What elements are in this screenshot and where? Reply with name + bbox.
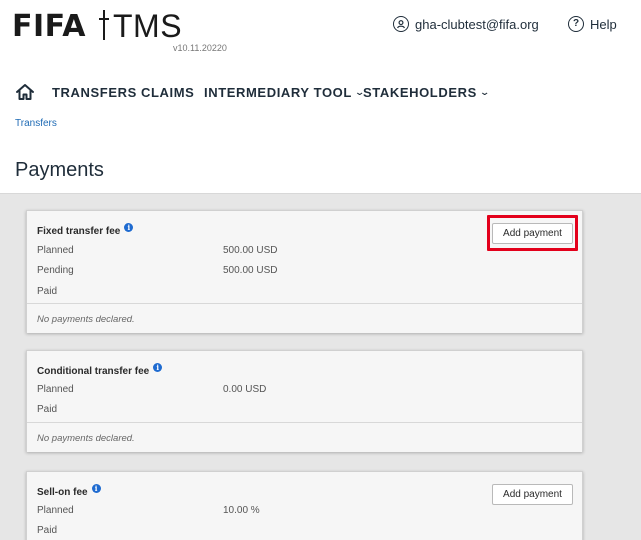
card-title-text: Conditional transfer fee <box>37 366 150 377</box>
no-payments-text: No payments declared. <box>37 314 135 325</box>
card-footer: No payments declared. <box>27 303 582 333</box>
help-icon: ? <box>568 16 584 32</box>
nav-claims[interactable]: CLAIMS <box>141 85 194 100</box>
row-label-planned: Planned <box>37 245 74 256</box>
conditional-transfer-fee-card: Conditional transfer fee i Planned 0.00 … <box>26 350 583 452</box>
nav-claims-label: CLAIMS <box>141 85 195 100</box>
card-title: Sell-on fee i <box>37 484 101 498</box>
add-payment-button[interactable]: Add payment <box>492 484 573 505</box>
tms-logo[interactable]: TMS <box>113 8 182 45</box>
card-title-text: Sell-on fee <box>37 487 88 498</box>
app-version: v10.11.20220 <box>173 43 227 53</box>
row-value-planned: 0.00 USD <box>223 384 267 395</box>
info-icon[interactable]: i <box>153 363 163 372</box>
card-title-text: Fixed transfer fee <box>37 226 121 237</box>
row-label-paid: Paid <box>37 286 58 297</box>
nav-stakeholders[interactable]: STAKEHOLDERS ⌄ <box>363 85 491 100</box>
info-icon[interactable]: i <box>91 484 101 493</box>
row-label-paid: Paid <box>37 525 58 536</box>
row-label-pending: Pending <box>37 265 74 276</box>
user-account-link[interactable]: gha-clubtest@fifa.org <box>393 14 539 34</box>
card-footer: No payments declared. <box>27 422 582 452</box>
logo-separator <box>99 10 109 40</box>
breadcrumb-transfers[interactable]: Transfers <box>15 118 57 129</box>
highlight-box <box>487 215 578 251</box>
row-label-planned: Planned <box>37 384 74 395</box>
home-icon[interactable] <box>15 83 35 101</box>
help-label: Help <box>590 16 617 32</box>
main-nav: TRANSFERS CLAIMS INTERMEDIARY TOOL ⌄ STA… <box>0 78 641 106</box>
help-link[interactable]: ? Help <box>568 14 617 34</box>
nav-transfers[interactable]: TRANSFERS <box>52 85 137 100</box>
row-label-paid: Paid <box>37 404 58 415</box>
payments-panel: Fixed transfer fee i Planned 500.00 USD … <box>0 193 641 540</box>
nav-stakeholders-label: STAKEHOLDERS <box>363 85 477 100</box>
card-title: Conditional transfer fee i <box>37 363 163 377</box>
row-value-planned: 500.00 USD <box>223 245 278 256</box>
app-header: FIFA TMS v10.11.20220 gha-clubtest@fifa.… <box>0 0 641 72</box>
card-title: Fixed transfer fee i <box>37 223 134 237</box>
row-value-planned: 10.00 % <box>223 505 260 516</box>
row-label-planned: Planned <box>37 505 74 516</box>
nav-intermediary-tool[interactable]: INTERMEDIARY TOOL ⌄ <box>204 85 365 100</box>
nav-intermediary-tool-label: INTERMEDIARY TOOL <box>204 85 352 100</box>
sell-on-fee-card: Sell-on fee i Planned 10.00 % Paid Add p… <box>26 471 583 540</box>
no-payments-text: No payments declared. <box>37 433 135 444</box>
page-title: Payments <box>15 159 104 181</box>
row-value-pending: 500.00 USD <box>223 265 278 276</box>
user-email: gha-clubtest@fifa.org <box>415 16 539 32</box>
chevron-down-icon: ⌄ <box>479 87 491 97</box>
user-icon <box>393 16 409 32</box>
nav-transfers-label: TRANSFERS <box>52 85 137 100</box>
fifa-logo[interactable]: FIFA <box>12 9 86 44</box>
info-icon[interactable]: i <box>124 223 134 232</box>
